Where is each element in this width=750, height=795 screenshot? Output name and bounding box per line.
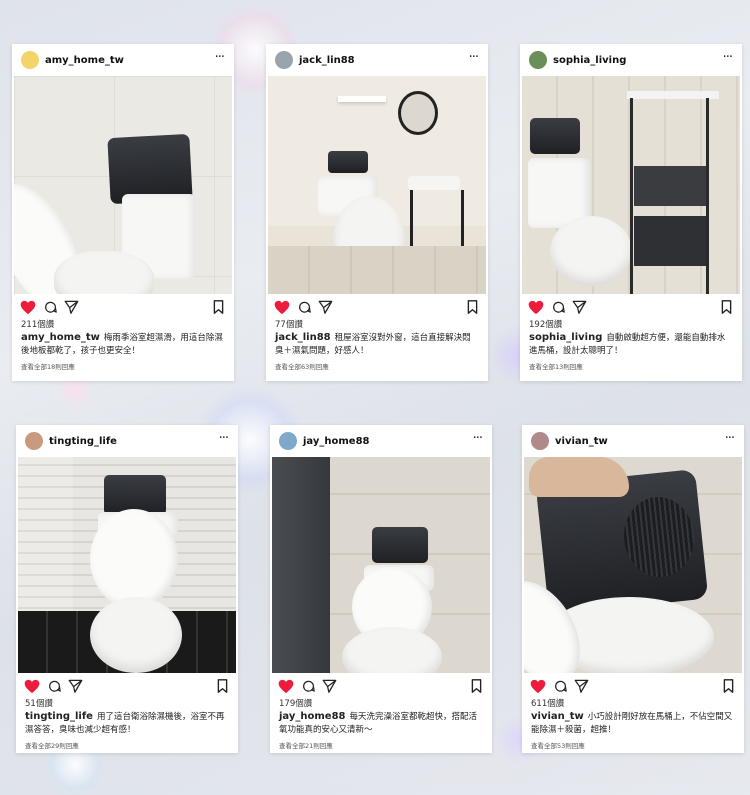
username[interactable]: amy_home_tw xyxy=(45,55,124,66)
bookmark-icon[interactable] xyxy=(723,679,734,693)
action-bar xyxy=(522,673,744,699)
post-card: amy_home_tw ··· 211個讚 amy_home_tw 梅雨季浴室超濕… xyxy=(12,44,234,381)
share-icon[interactable] xyxy=(572,300,587,314)
comment-icon[interactable] xyxy=(302,680,315,693)
post-card: tingting_life ··· 51個讚 tingting_life 用了這台… xyxy=(16,425,238,753)
caption: amy_home_tw 梅雨季浴室超濕滑，用這台除濕後地板都乾了，孩子也更安全！ xyxy=(12,331,234,359)
post-photo[interactable] xyxy=(18,457,236,673)
more-icon[interactable]: ··· xyxy=(215,50,225,65)
action-bar xyxy=(520,294,742,320)
post-card: vivian_tw ··· 611個讚 vivian_tw 小巧設計剛好放在馬桶上… xyxy=(522,425,744,753)
username[interactable]: jack_lin88 xyxy=(299,55,355,66)
caption: vivian_tw 小巧設計剛好放在馬桶上，不佔空間又能除濕＋殺菌，超推！ xyxy=(522,710,744,738)
avatar[interactable] xyxy=(275,51,293,69)
post-header: jay_home88 ··· xyxy=(270,425,492,457)
avatar[interactable] xyxy=(529,51,547,69)
heart-icon[interactable] xyxy=(528,300,544,315)
share-icon[interactable] xyxy=(68,679,83,693)
comment-icon[interactable] xyxy=(552,301,565,314)
post-photo[interactable] xyxy=(524,457,742,673)
post-header: jack_lin88 ··· xyxy=(266,44,488,76)
post-header: vivian_tw ··· xyxy=(522,425,744,457)
bookmark-icon[interactable] xyxy=(471,679,482,693)
share-icon[interactable] xyxy=(318,300,333,314)
caption-username[interactable]: vivian_tw xyxy=(531,711,584,722)
caption: jay_home88 每天洗完澡浴室都乾超快，搭配活氧功能真的安心又清新～ xyxy=(270,710,492,738)
username[interactable]: sophia_living xyxy=(553,55,626,66)
post-header: amy_home_tw ··· xyxy=(12,44,234,76)
action-bar xyxy=(12,294,234,320)
heart-icon[interactable] xyxy=(20,300,36,315)
username[interactable]: tingting_life xyxy=(49,436,117,447)
view-comments-link[interactable]: 查看全部13則回應 xyxy=(520,361,742,371)
view-comments-link[interactable]: 查看全部53則回應 xyxy=(522,740,744,750)
more-icon[interactable]: ··· xyxy=(723,50,733,65)
caption-username[interactable]: tingting_life xyxy=(25,711,93,722)
share-icon[interactable] xyxy=(574,679,589,693)
comment-icon[interactable] xyxy=(44,301,57,314)
username[interactable]: jay_home88 xyxy=(303,436,370,447)
heart-icon[interactable] xyxy=(24,679,40,694)
post-photo[interactable] xyxy=(522,76,740,294)
bookmark-icon[interactable] xyxy=(721,300,732,314)
post-header: sophia_living ··· xyxy=(520,44,742,76)
post-photo[interactable] xyxy=(268,76,486,294)
view-comments-link[interactable]: 查看全部21則回應 xyxy=(270,740,492,750)
share-icon[interactable] xyxy=(322,679,337,693)
username[interactable]: vivian_tw xyxy=(555,436,608,447)
post-card: sophia_living ··· 192個讚 sophia_living 自動啟… xyxy=(520,44,742,381)
post-card: jack_lin88 ··· 77個讚 jack_lin88 租屋浴室沒對外窗，這… xyxy=(266,44,488,381)
caption: jack_lin88 租屋浴室沒對外窗，這台直接解決悶臭＋濕氣問題，好感人！ xyxy=(266,331,488,359)
more-icon[interactable]: ··· xyxy=(473,431,483,446)
heart-icon[interactable] xyxy=(274,300,290,315)
more-icon[interactable]: ··· xyxy=(219,431,229,446)
post-photo[interactable] xyxy=(14,76,232,294)
action-bar xyxy=(270,673,492,699)
post-photo[interactable] xyxy=(272,457,490,673)
comment-icon[interactable] xyxy=(48,680,61,693)
action-bar xyxy=(16,673,238,699)
share-icon[interactable] xyxy=(64,300,79,314)
caption-username[interactable]: jay_home88 xyxy=(279,711,346,722)
caption-username[interactable]: amy_home_tw xyxy=(21,332,100,343)
avatar[interactable] xyxy=(279,432,297,450)
post-header: tingting_life ··· xyxy=(16,425,238,457)
caption: tingting_life 用了這台衛浴除濕機後，浴室不再濕答答，臭味也減少超有感… xyxy=(16,710,238,738)
caption-username[interactable]: jack_lin88 xyxy=(275,332,331,343)
caption-username[interactable]: sophia_living xyxy=(529,332,602,343)
view-comments-link[interactable]: 查看全部63則回應 xyxy=(266,361,488,371)
avatar[interactable] xyxy=(531,432,549,450)
view-comments-link[interactable]: 查看全部18則回應 xyxy=(12,361,234,371)
heart-icon[interactable] xyxy=(278,679,294,694)
more-icon[interactable]: ··· xyxy=(469,50,479,65)
comment-icon[interactable] xyxy=(554,680,567,693)
heart-icon[interactable] xyxy=(530,679,546,694)
view-comments-link[interactable]: 查看全部29則回應 xyxy=(16,740,238,750)
bookmark-icon[interactable] xyxy=(213,300,224,314)
avatar[interactable] xyxy=(21,51,39,69)
post-card: jay_home88 ··· 179個讚 jay_home88 每天洗完澡浴室都乾… xyxy=(270,425,492,753)
avatar[interactable] xyxy=(25,432,43,450)
bookmark-icon[interactable] xyxy=(217,679,228,693)
bookmark-icon[interactable] xyxy=(467,300,478,314)
comment-icon[interactable] xyxy=(298,301,311,314)
caption: sophia_living 自動啟動超方便，還能自動排水進馬桶，設計太聰明了！ xyxy=(520,331,742,359)
more-icon[interactable]: ··· xyxy=(725,431,735,446)
action-bar xyxy=(266,294,488,320)
